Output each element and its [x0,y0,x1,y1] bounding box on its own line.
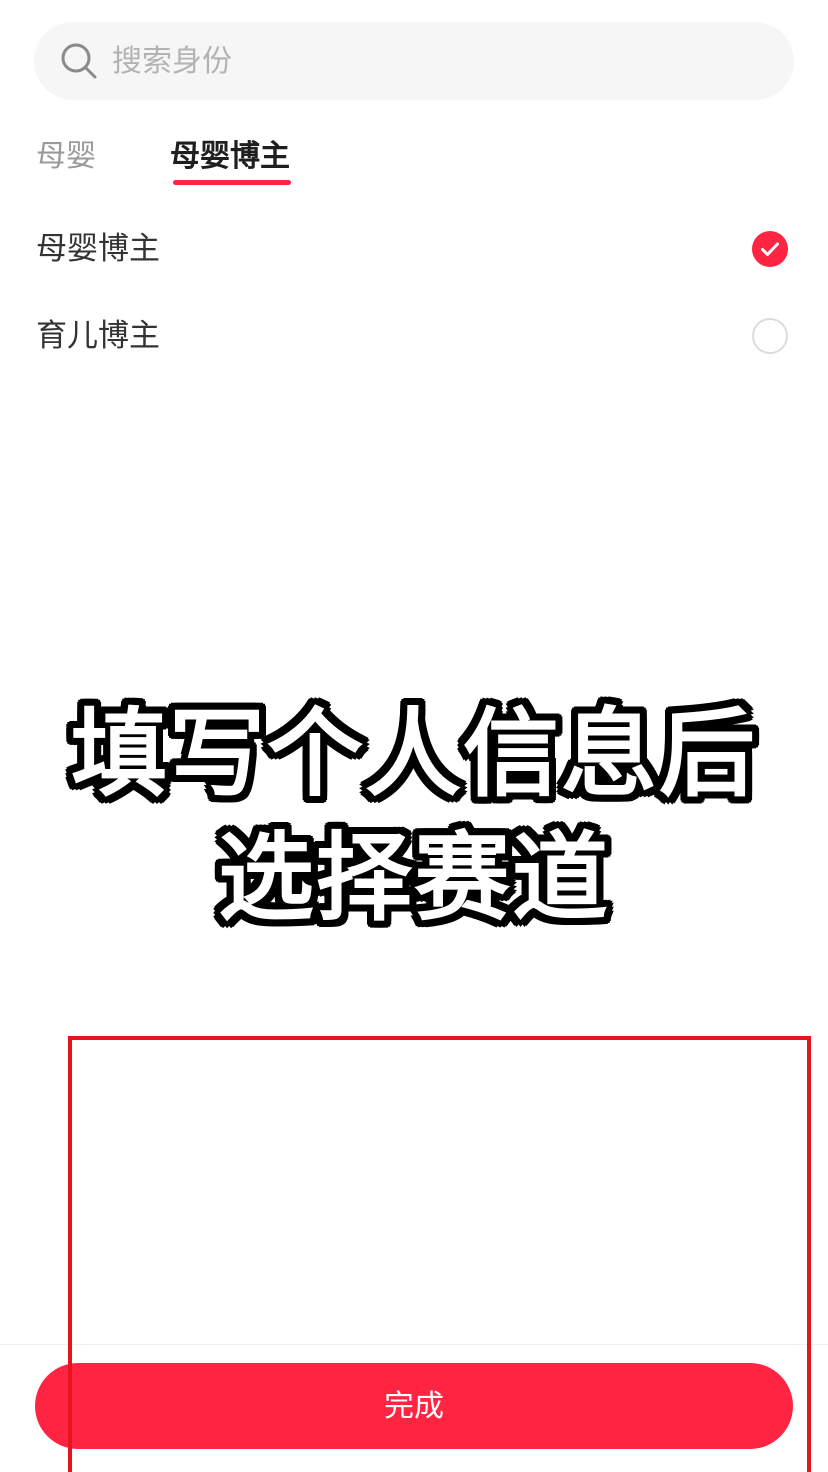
search-bar[interactable] [34,22,794,100]
option-label: 育儿博主 [36,318,160,354]
active-tab-indicator [173,180,291,185]
option-label: 母婴博主 [36,231,160,267]
done-button[interactable]: 完成 [35,1363,793,1449]
tab-muying-bozhu[interactable]: 母婴博主 [170,135,290,185]
footer-divider [0,1344,828,1345]
search-icon [61,43,97,79]
overlay-caption-line2: 选择赛道 [218,822,610,934]
tab-muying[interactable]: 母婴 [36,135,96,185]
check-circle-icon[interactable] [752,231,788,267]
empty-circle-icon[interactable] [752,318,788,354]
option-muying-bozhu[interactable]: 母婴博主 [0,206,828,292]
checkmark-icon [761,242,779,256]
identity-picker-page: 母婴 母婴博主 母婴博主 育儿博主 填写个人信息后 选择赛道 完成 [0,0,828,1472]
overlay-caption-line1: 填写个人信息后 [71,698,757,810]
option-yuer-bozhu[interactable]: 育儿博主 [0,293,828,379]
search-input[interactable] [112,22,752,100]
